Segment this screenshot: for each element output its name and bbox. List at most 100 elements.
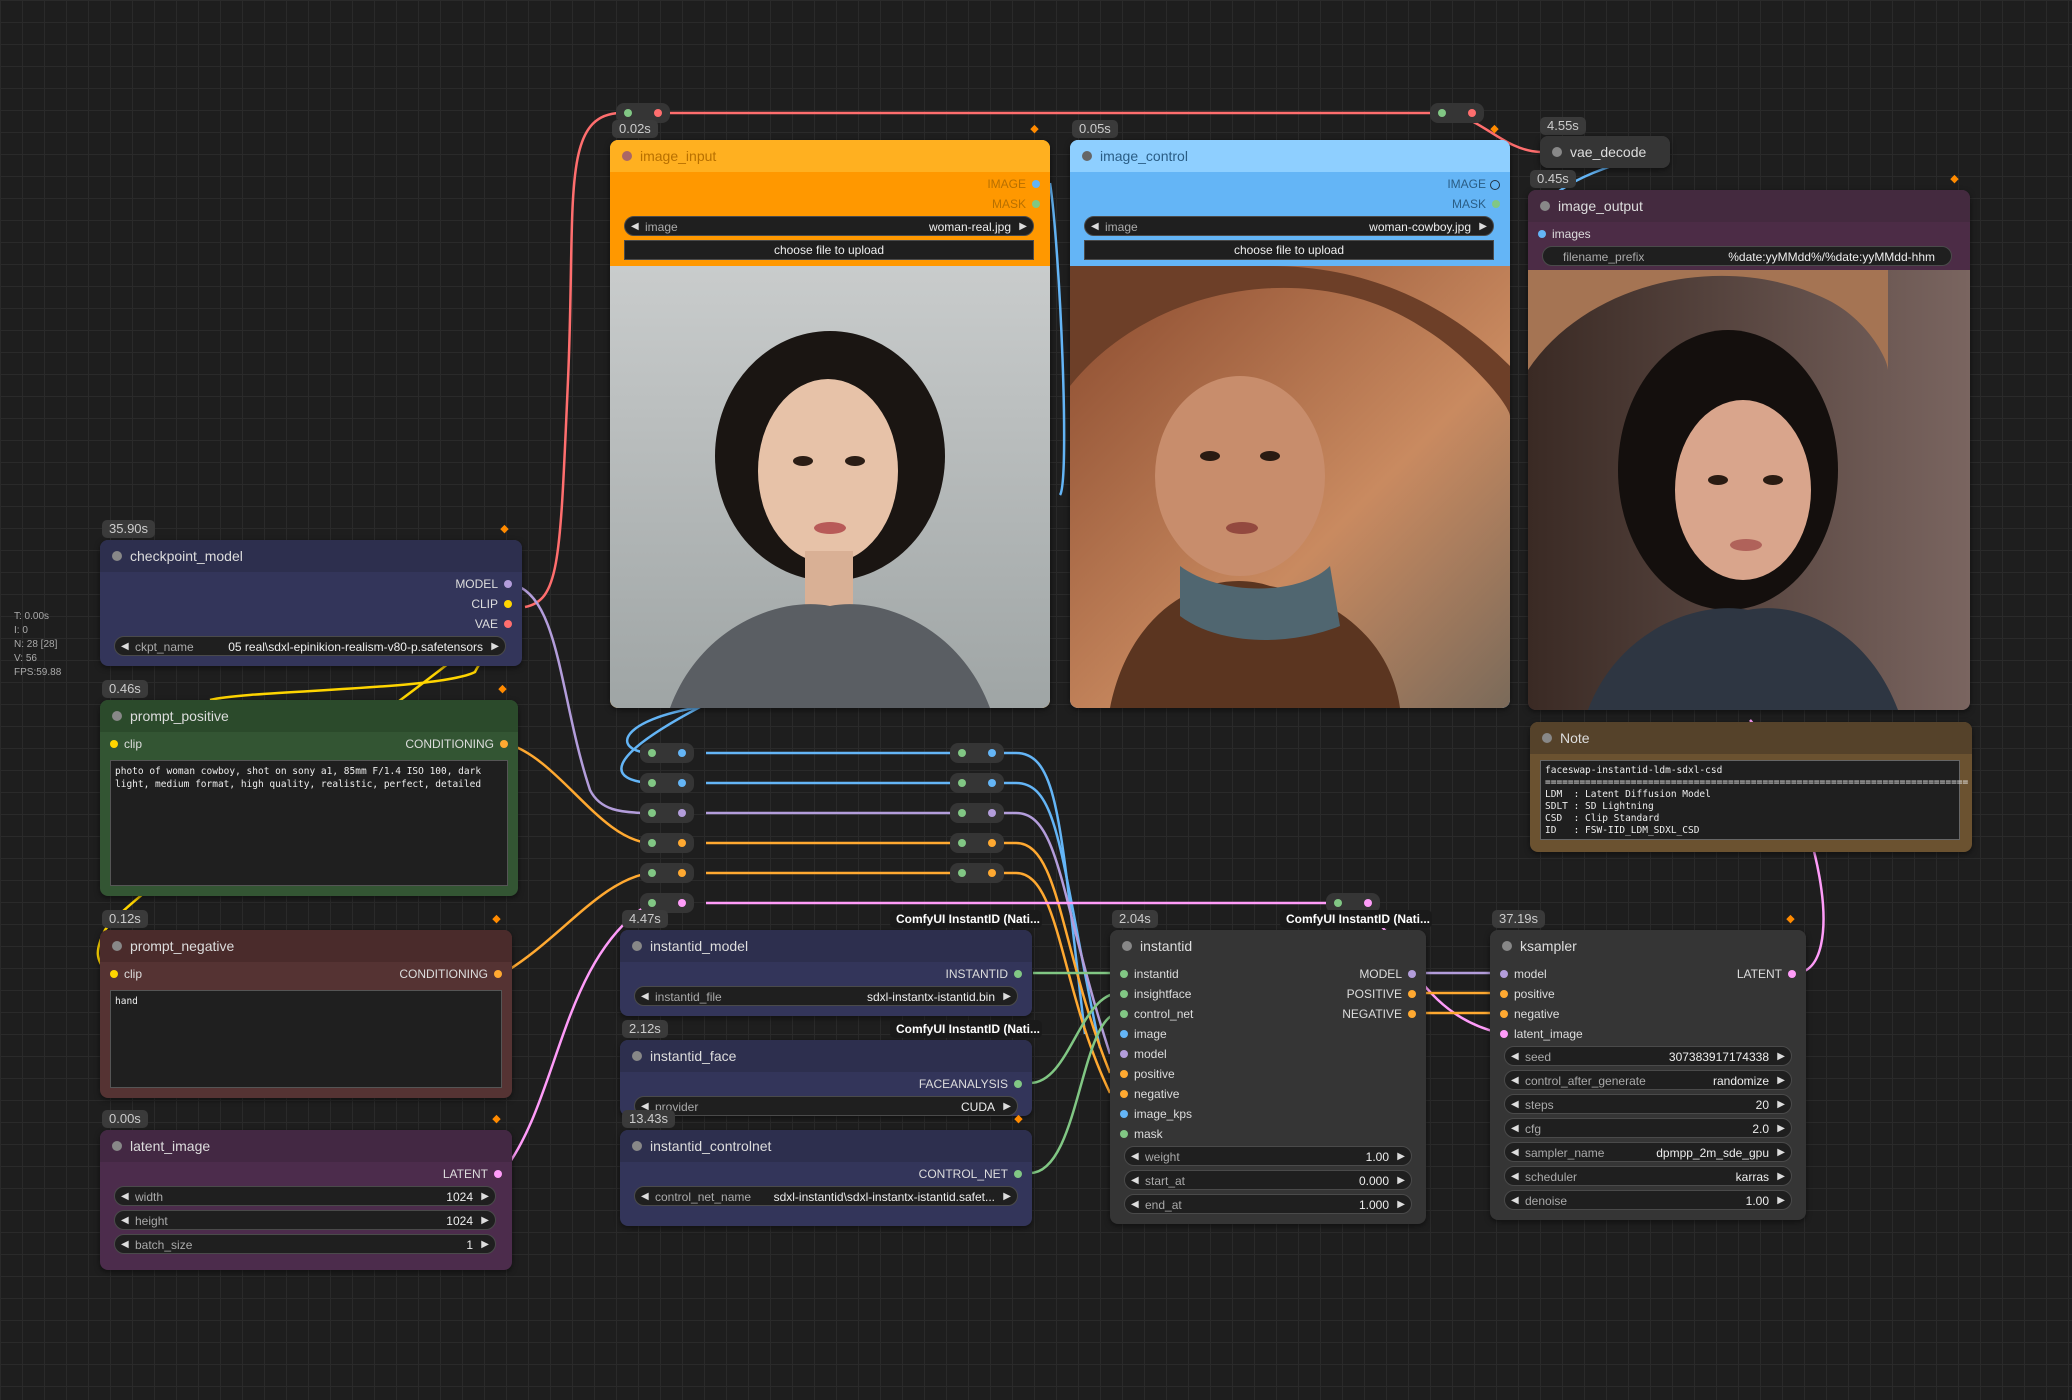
arrow-right-icon[interactable]: ▶ <box>1397 1171 1405 1191</box>
arrow-right-icon[interactable]: ▶ <box>1479 217 1487 237</box>
input-images[interactable]: images <box>1538 224 1591 244</box>
reroute-node[interactable] <box>1430 103 1484 123</box>
collapse-dot[interactable] <box>112 1141 122 1151</box>
end-at-stepper[interactable]: ◀ end_at 1.000 ▶ <box>1124 1194 1412 1214</box>
node-instantid-face[interactable]: instantid_face FACEANALYSIS ◀ provider CUD… <box>620 1040 1032 1116</box>
output-mask[interactable]: MASK <box>992 194 1040 214</box>
node-title[interactable]: image_input <box>610 140 1050 172</box>
output-negative[interactable]: NEGATIVE <box>1342 1004 1416 1024</box>
output-image[interactable]: IMAGE <box>987 174 1040 194</box>
node-title[interactable]: Note <box>1530 722 1972 754</box>
node-title[interactable]: image_output <box>1528 190 1970 222</box>
input-mask[interactable]: mask <box>1120 1124 1163 1144</box>
input-negative[interactable]: negative <box>1120 1084 1179 1104</box>
collapse-dot[interactable] <box>112 941 122 951</box>
output-image[interactable]: IMAGE <box>1447 174 1500 194</box>
provider-select[interactable]: ◀ provider CUDA ▶ <box>634 1096 1018 1116</box>
arrow-right-icon[interactable]: ▶ <box>1777 1191 1785 1211</box>
image-select[interactable]: ◀ image woman-real.jpg ▶ <box>624 216 1034 236</box>
arrow-left-icon[interactable]: ◀ <box>1131 1171 1139 1191</box>
input-control-net[interactable]: control_net <box>1120 1004 1193 1024</box>
arrow-left-icon[interactable]: ◀ <box>121 1211 129 1231</box>
node-title[interactable]: instantid_controlnet <box>620 1130 1032 1162</box>
arrow-left-icon[interactable]: ◀ <box>641 987 649 1007</box>
arrow-left-icon[interactable]: ◀ <box>121 1235 129 1255</box>
arrow-left-icon[interactable]: ◀ <box>641 1187 649 1207</box>
node-title[interactable]: instantid_face <box>620 1040 1032 1072</box>
arrow-right-icon[interactable]: ▶ <box>1777 1071 1785 1091</box>
node-ksampler[interactable]: ksampler model positive negative latent_… <box>1490 930 1806 1220</box>
output-positive[interactable]: POSITIVE <box>1347 984 1416 1004</box>
note-textarea[interactable]: faceswap-instantid-ldm-sdxl-csd ========… <box>1540 760 1968 840</box>
cfg-stepper[interactable]: ◀ cfg 2.0 ▶ <box>1504 1118 1792 1138</box>
arrow-left-icon[interactable]: ◀ <box>1511 1167 1519 1187</box>
arrow-left-icon[interactable]: ◀ <box>1511 1071 1519 1091</box>
collapse-dot[interactable] <box>112 551 122 561</box>
start-at-stepper[interactable]: ◀ start_at 0.000 ▶ <box>1124 1170 1412 1190</box>
reroute-node[interactable] <box>640 803 694 823</box>
arrow-right-icon[interactable]: ▶ <box>1777 1119 1785 1139</box>
node-image-input[interactable]: image_input IMAGE MASK ◀ image woman-real.… <box>610 140 1050 708</box>
control-after-generate-select[interactable]: ◀ control_after_generate randomize ▶ <box>1504 1070 1792 1090</box>
node-title[interactable]: ksampler <box>1490 930 1806 962</box>
arrow-right-icon[interactable]: ▶ <box>481 1235 489 1255</box>
collapse-dot[interactable] <box>1502 941 1512 951</box>
arrow-left-icon[interactable]: ◀ <box>1131 1195 1139 1215</box>
collapse-dot[interactable] <box>1082 151 1092 161</box>
input-clip[interactable]: clip <box>110 734 142 754</box>
upload-button[interactable]: choose file to upload <box>1084 240 1494 260</box>
collapse-dot[interactable] <box>1552 147 1562 157</box>
steps-stepper[interactable]: ◀ steps 20 ▶ <box>1504 1094 1792 1114</box>
prompt-textarea[interactable]: photo of woman cowboy, shot on sony a1, … <box>110 760 508 886</box>
collapse-dot[interactable] <box>1542 733 1552 743</box>
node-title[interactable]: prompt_negative <box>100 930 512 962</box>
node-title[interactable]: latent_image <box>100 1130 512 1162</box>
arrow-left-icon[interactable]: ◀ <box>1511 1119 1519 1139</box>
input-latent-image[interactable]: latent_image <box>1500 1024 1583 1044</box>
arrow-right-icon[interactable]: ▶ <box>1019 217 1027 237</box>
output-clip[interactable]: CLIP <box>471 594 512 614</box>
arrow-right-icon[interactable]: ▶ <box>1777 1047 1785 1067</box>
output-latent[interactable]: LATENT <box>443 1164 502 1184</box>
input-clip[interactable]: clip <box>110 964 142 984</box>
arrow-left-icon[interactable]: ◀ <box>631 217 639 237</box>
reroute-node[interactable] <box>640 833 694 853</box>
node-title[interactable]: checkpoint_model <box>100 540 522 572</box>
seed-stepper[interactable]: ◀ seed 307383917174338 ▶ <box>1504 1046 1792 1066</box>
arrow-right-icon[interactable]: ▶ <box>1777 1095 1785 1115</box>
output-vae[interactable]: VAE <box>475 614 512 634</box>
reroute-node[interactable] <box>950 833 1004 853</box>
output-control-net[interactable]: CONTROL_NET <box>919 1164 1022 1184</box>
denoise-stepper[interactable]: ◀ denoise 1.00 ▶ <box>1504 1190 1792 1210</box>
batch-size-stepper[interactable]: ◀ batch_size 1 ▶ <box>114 1234 496 1254</box>
image-select[interactable]: ◀ image woman-cowboy.jpg ▶ <box>1084 216 1494 236</box>
arrow-right-icon[interactable]: ▶ <box>481 1187 489 1207</box>
arrow-left-icon[interactable]: ◀ <box>121 637 129 657</box>
arrow-right-icon[interactable]: ▶ <box>1777 1143 1785 1163</box>
output-model[interactable]: MODEL <box>455 574 512 594</box>
input-instantid[interactable]: instantid <box>1120 964 1179 984</box>
output-conditioning[interactable]: CONDITIONING <box>405 734 508 754</box>
node-title[interactable]: image_control <box>1070 140 1510 172</box>
arrow-right-icon[interactable]: ▶ <box>481 1211 489 1231</box>
instantid-file-select[interactable]: ◀ instantid_file sdxl-instantx-istantid.bi… <box>634 986 1018 1006</box>
upload-button[interactable]: choose file to upload <box>624 240 1034 260</box>
reroute-node[interactable] <box>950 773 1004 793</box>
ckpt-name-select[interactable]: ◀ ckpt_name 05 real\sdxl-epinikion-realism… <box>114 636 506 656</box>
reroute-node[interactable] <box>950 863 1004 883</box>
arrow-right-icon[interactable]: ▶ <box>1003 1097 1011 1116</box>
node-image-control[interactable]: image_control IMAGE MASK ◀ image woman-cow… <box>1070 140 1510 708</box>
arrow-right-icon[interactable]: ▶ <box>1397 1195 1405 1215</box>
collapse-dot[interactable] <box>1540 201 1550 211</box>
output-mask[interactable]: MASK <box>1452 194 1500 214</box>
weight-stepper[interactable]: ◀ weight 1.00 ▶ <box>1124 1146 1412 1166</box>
control-net-name-select[interactable]: ◀ control_net_name sdxl-instantid\sdxl-ins… <box>634 1186 1018 1206</box>
node-prompt-positive[interactable]: prompt_positive clip CONDITIONING photo … <box>100 700 518 896</box>
input-image-kps[interactable]: image_kps <box>1120 1104 1192 1124</box>
node-title[interactable]: vae_decode <box>1540 136 1670 168</box>
arrow-left-icon[interactable]: ◀ <box>1131 1147 1139 1167</box>
node-title[interactable]: prompt_positive <box>100 700 518 732</box>
collapse-dot[interactable] <box>632 1141 642 1151</box>
input-model[interactable]: model <box>1500 964 1547 984</box>
arrow-left-icon[interactable]: ◀ <box>1511 1047 1519 1067</box>
